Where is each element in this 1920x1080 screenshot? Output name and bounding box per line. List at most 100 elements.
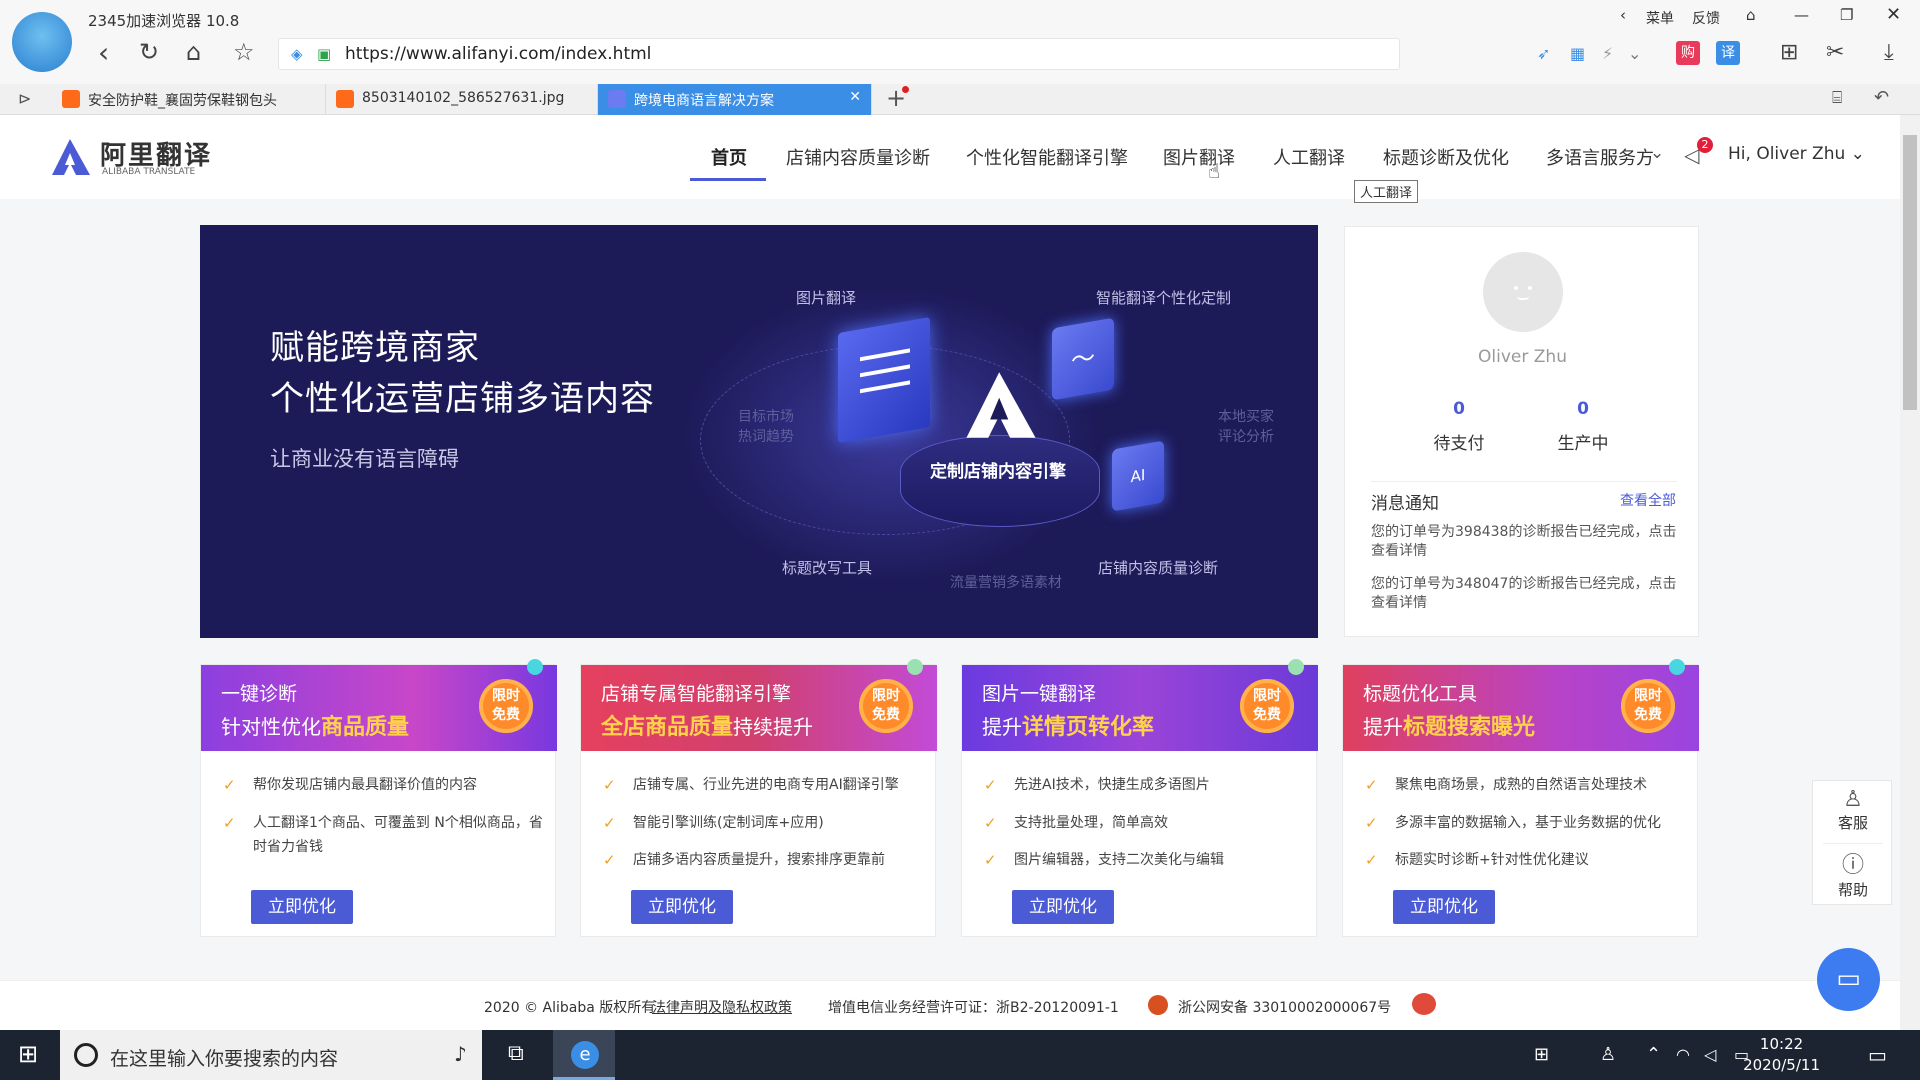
card-header: 图片一键翻译 提升详情页转化率 限时免费 — [962, 659, 1318, 751]
vertical-scrollbar[interactable] — [1900, 115, 1920, 1030]
feature-item: ✓ 先进AI技术，快捷生成多语图片 — [984, 773, 1304, 797]
stat-producing[interactable]: 0 生产中 — [1543, 399, 1623, 454]
refresh-icon[interactable]: ↻ — [139, 38, 159, 66]
hero-banner[interactable]: 赋能跨境商家 个性化运营店铺多语内容 让商业没有语言障碍 图片翻译 智能翻译个性… — [200, 225, 1318, 638]
chat-bubble-button[interactable]: ▭ — [1817, 948, 1880, 1011]
people-icon[interactable]: ♙ — [1600, 1044, 1616, 1065]
nav-image-translation[interactable]: 图片翻译 — [1163, 144, 1235, 170]
browser-logo-icon — [12, 12, 72, 72]
police-record-link[interactable]: 浙公网安备 33010002000067号 — [1178, 997, 1391, 1017]
skin-icon[interactable]: ⌂ — [1746, 6, 1756, 24]
card-title-line2: 提升标题搜索曝光 — [1363, 709, 1535, 741]
producing-label: 生产中 — [1557, 434, 1609, 454]
feedback-link[interactable]: 反馈 — [1692, 8, 1720, 28]
title-highlight: 全店商品质量 — [601, 715, 734, 740]
network-icon[interactable]: ◠ — [1676, 1045, 1690, 1064]
optimize-button[interactable]: 立即优化 — [631, 890, 733, 924]
home-icon[interactable]: ⌂ — [186, 38, 201, 66]
help-button[interactable]: ⓘ 帮助 — [1813, 847, 1893, 900]
optimize-button[interactable]: 立即优化 — [1012, 890, 1114, 924]
qr-icon[interactable]: ▦ — [1570, 44, 1585, 63]
favorite-star-icon[interactable]: ☆ — [233, 38, 255, 66]
download-icon[interactable]: ⤓ — [1884, 40, 1894, 65]
feature-item: ✓ 多源丰富的数据输入，基于业务数据的优化 — [1365, 811, 1685, 835]
back-icon[interactable]: ‹ — [98, 36, 109, 69]
card-title-line1: 图片一键翻译 — [982, 683, 1097, 705]
ime-icon[interactable]: ⊞ — [1534, 1044, 1549, 1065]
tab-3-active[interactable]: 跨境电商语言解决方案 ✕ — [598, 84, 872, 115]
taskbar-clock[interactable]: 10:22 2020/5/11 — [1743, 1034, 1820, 1076]
legal-link[interactable]: 法律声明及隐私权政策 — [652, 997, 792, 1017]
nav-multilang-services[interactable]: 多语言服务方 — [1546, 144, 1664, 170]
message-item[interactable]: 您的订单号为398438的诊断报告已经完成，点击查看详情 — [1371, 523, 1679, 561]
rocket-icon[interactable]: ➶ — [1537, 44, 1550, 63]
check-icon: ✓ — [603, 814, 616, 832]
ai-card-icon: AI — [1112, 440, 1164, 512]
taskbar-browser-app[interactable]: e — [553, 1030, 615, 1080]
gov-badge-icon[interactable] — [1412, 993, 1436, 1015]
scrollbar-thumb[interactable] — [1903, 135, 1917, 410]
tray-chevron-up-icon[interactable]: ⌃ — [1646, 1044, 1661, 1065]
nav-title-optimization[interactable]: 标题诊断及优化 — [1383, 144, 1509, 170]
feature-item: ✓ 智能引擎训练(定制词库+应用) — [603, 811, 923, 835]
card-header: 一键诊断 针对性优化商品质量 限时免费 — [201, 659, 557, 751]
apps-grid-icon[interactable]: ⊞ — [1780, 40, 1798, 65]
customer-service-button[interactable]: ♙ 客服 — [1813, 787, 1893, 833]
title-pre: 提升 — [1363, 715, 1403, 739]
feature-item: ✓ 店铺多语内容质量提升，搜索排序更靠前 — [603, 848, 923, 872]
local-buyer-line1: 本地买家 — [1218, 409, 1274, 425]
taskbar-search[interactable]: 在这里输入你要搜索的内容 ♪ — [60, 1030, 482, 1080]
close-window-button[interactable]: ✕ — [1886, 4, 1901, 25]
minimize-button[interactable]: — — [1794, 6, 1809, 24]
address-bar[interactable]: ◈ ▣ https://www.alifanyi.com/index.html … — [278, 38, 1550, 70]
undo-icon[interactable]: ↶ — [1874, 87, 1889, 108]
sidebar-toggle-icon[interactable]: ⊳ — [18, 89, 31, 108]
flash-icon[interactable]: ⚡ — [1602, 44, 1613, 63]
feature-card-title: 标题优化工具 提升标题搜索曝光 限时免费 ✓ 聚焦电商场景，成熟的自然语言处理技术… — [1342, 659, 1699, 937]
feature-item: ✓ 支持批量处理，简单高效 — [984, 811, 1304, 835]
title-highlight: 标题搜索曝光 — [1403, 715, 1536, 740]
translate-icon[interactable]: 译 — [1716, 41, 1740, 65]
banner-label-image-translation: 图片翻译 — [796, 289, 857, 307]
feature-text: 聚焦电商场景，成熟的自然语言处理技术 — [1395, 777, 1647, 793]
check-icon: ✓ — [223, 814, 236, 832]
pending-pay-count: 0 — [1453, 399, 1465, 419]
title-pre: 针对性优化 — [221, 715, 321, 739]
messages-title: 消息通知 — [1371, 494, 1439, 514]
shopping-icon[interactable]: 购 — [1676, 41, 1700, 65]
nav-store-diagnosis[interactable]: 店铺内容质量诊断 — [786, 144, 930, 170]
task-view-icon[interactable]: ⧉ — [508, 1041, 524, 1066]
tab-1[interactable]: 安全防护鞋_襄固劳保鞋钢包头 — [52, 84, 326, 115]
windows-start-icon[interactable]: ⊞ — [18, 1040, 38, 1068]
view-all-link[interactable]: 查看全部 — [1620, 490, 1676, 510]
stat-pending-pay[interactable]: 0 待支付 — [1419, 399, 1499, 454]
check-icon: ✓ — [984, 776, 997, 794]
mouse-cursor-icon: ☝ — [1208, 159, 1221, 183]
banner-title-line1: 赋能跨境商家 — [270, 328, 480, 368]
scissors-icon[interactable]: ✂ — [1826, 40, 1844, 65]
nav-human-translation[interactable]: 人工翻译 — [1273, 144, 1345, 170]
clean-icon[interactable]: ⌸ — [1832, 88, 1842, 108]
alibaba-a-logo-icon — [52, 139, 90, 175]
volume-icon[interactable]: ◁ — [1704, 1045, 1716, 1064]
nav-smart-engine[interactable]: 个性化智能翻译引擎 — [966, 144, 1128, 170]
menu-link[interactable]: 菜单 — [1646, 8, 1674, 28]
microphone-icon[interactable]: ♪ — [454, 1042, 467, 1066]
user-greeting[interactable]: Hi, Oliver Zhu ⌄ — [1728, 144, 1865, 164]
nav-home[interactable]: 首页 — [711, 144, 747, 170]
restore-button[interactable]: ❐ — [1840, 6, 1853, 24]
tab-2[interactable]: 8503140102_586527631.jpg — [326, 84, 598, 115]
optimize-button[interactable]: 立即优化 — [1393, 890, 1495, 924]
action-center-icon[interactable]: ▭ — [1868, 1043, 1887, 1067]
tab-bar: ⊳ 安全防护鞋_襄固劳保鞋钢包头 8503140102_586527631.jp… — [0, 84, 1920, 115]
chevron-down-icon[interactable]: ⌄ — [1628, 44, 1641, 63]
card-title-line1: 标题优化工具 — [1363, 683, 1478, 705]
engine-label: 定制店铺内容引擎 — [930, 462, 1066, 482]
message-item[interactable]: 您的订单号为348047的诊断报告已经完成，点击查看详情 — [1371, 575, 1679, 613]
avatar[interactable] — [1483, 252, 1563, 332]
chevron-left-icon[interactable]: ‹ — [1620, 6, 1626, 24]
alifanyi-logo[interactable]: 阿里翻译 ALIBABA TRANSLATE — [48, 135, 248, 179]
optimize-button[interactable]: 立即优化 — [251, 890, 353, 924]
close-tab-icon[interactable]: ✕ — [849, 89, 861, 105]
url-text[interactable]: https://www.alifanyi.com/index.html — [345, 44, 651, 64]
